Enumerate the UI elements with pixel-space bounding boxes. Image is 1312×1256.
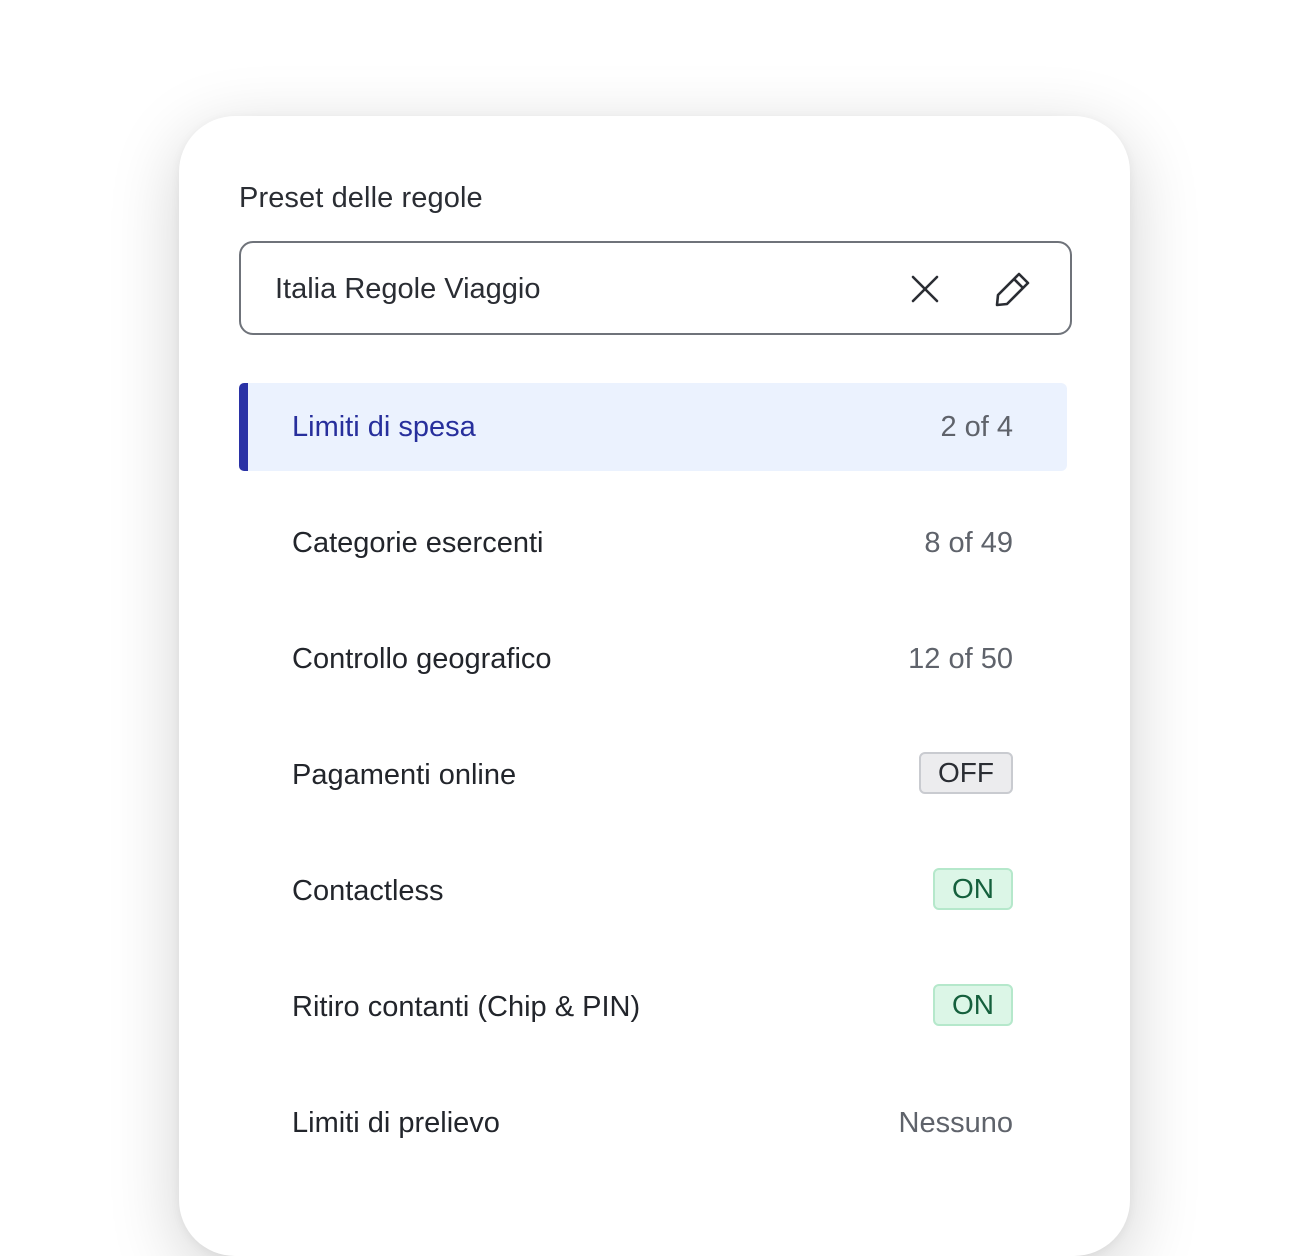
- rule-value: Nessuno: [898, 1107, 1013, 1139]
- preset-value: Italia Regole Viaggio: [275, 273, 541, 305]
- pencil-icon-graphic: [995, 272, 1030, 307]
- rule-label: Controllo geografico: [292, 643, 552, 675]
- section-title: Preset delle regole: [239, 182, 483, 214]
- rule-count: 2 of 4: [940, 411, 1013, 443]
- rule-label: Limiti di prelievo: [292, 1107, 500, 1139]
- rule-row-controllo-geografico[interactable]: Controllo geografico 12 of 50: [239, 615, 1067, 703]
- rule-label: Ritiro contanti (Chip & PIN): [292, 991, 641, 1023]
- rule-row-contactless[interactable]: Contactless ON: [239, 847, 1067, 935]
- rule-row-pagamenti-online[interactable]: Pagamenti online OFF: [239, 731, 1067, 819]
- status-badge-on: ON: [933, 868, 1013, 910]
- rule-count: 12 of 50: [908, 643, 1013, 675]
- rule-list: Limiti di spesa 2 of 4 Categorie esercen…: [239, 383, 1067, 1195]
- rule-row-categorie-esercenti[interactable]: Categorie esercenti 8 of 49: [239, 499, 1067, 587]
- status-badge-off: OFF: [919, 752, 1013, 794]
- rule-label: Categorie esercenti: [292, 527, 544, 559]
- rule-label: Limiti di spesa: [292, 411, 476, 443]
- rules-card: Preset delle regole Italia Regole Viaggi…: [179, 116, 1130, 1256]
- rule-label: Pagamenti online: [292, 759, 517, 791]
- rule-label: Contactless: [292, 875, 444, 907]
- pencil-icon[interactable]: [991, 267, 1035, 311]
- rule-row-limiti-spesa[interactable]: Limiti di spesa 2 of 4: [239, 383, 1067, 471]
- preset-select[interactable]: Italia Regole Viaggio: [239, 241, 1072, 335]
- status-badge-on: ON: [933, 984, 1013, 1026]
- rule-row-ritiro-contanti[interactable]: Ritiro contanti (Chip & PIN) ON: [239, 963, 1067, 1051]
- close-icon-graphic: [911, 275, 939, 303]
- rule-count: 8 of 49: [924, 527, 1013, 559]
- close-icon[interactable]: [903, 267, 947, 311]
- rule-row-limiti-prelievo[interactable]: Limiti di prelievo Nessuno: [239, 1079, 1067, 1167]
